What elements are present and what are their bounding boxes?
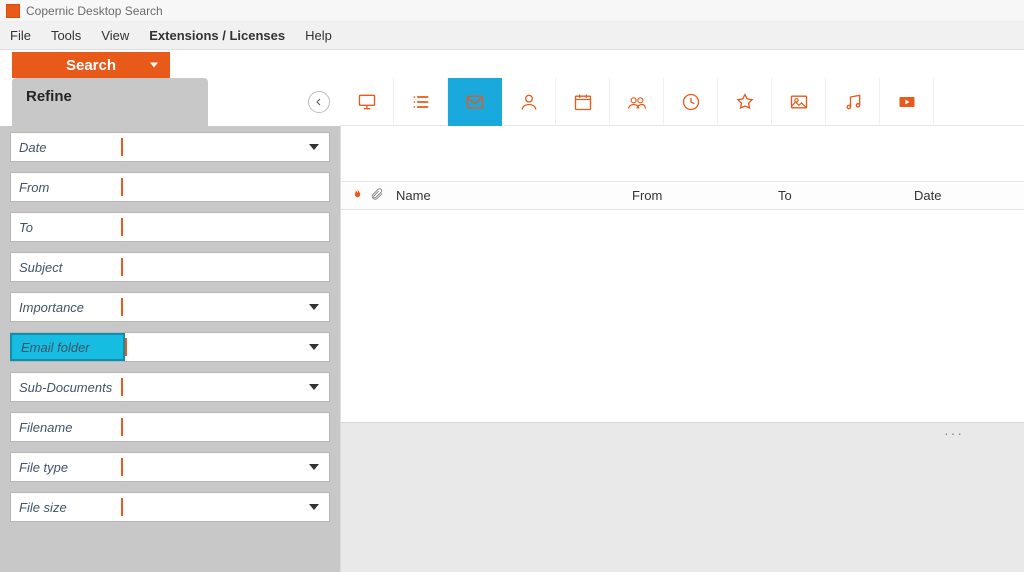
category-icons bbox=[340, 78, 1024, 126]
refine-input[interactable] bbox=[123, 213, 329, 241]
chevron-down-icon[interactable] bbox=[309, 504, 319, 510]
refine-label: Subject bbox=[11, 260, 121, 275]
category-email[interactable] bbox=[448, 78, 502, 126]
refine-field-date[interactable]: Date bbox=[10, 132, 330, 162]
refine-label: File size bbox=[11, 500, 121, 515]
column-header-to[interactable]: To bbox=[778, 188, 908, 203]
menu-extensions[interactable]: Extensions / Licenses bbox=[149, 28, 285, 43]
refine-field-subject[interactable]: Subject bbox=[10, 252, 330, 282]
relevance-icon[interactable] bbox=[351, 188, 364, 204]
refine-input[interactable] bbox=[123, 453, 329, 481]
refine-input[interactable] bbox=[123, 373, 329, 401]
refine-label: To bbox=[11, 220, 121, 235]
refine-label: From bbox=[11, 180, 121, 195]
results-header: Name From To Date bbox=[341, 182, 1024, 210]
category-history[interactable] bbox=[664, 78, 718, 126]
category-favorite[interactable] bbox=[718, 78, 772, 126]
refine-tab[interactable]: Refine bbox=[12, 78, 208, 126]
refine-field-file-type[interactable]: File type bbox=[10, 452, 330, 482]
results-toolbar-blank bbox=[341, 126, 1024, 182]
refine-input[interactable] bbox=[123, 493, 329, 521]
refine-field-sub-documents[interactable]: Sub-Documents bbox=[10, 372, 330, 402]
app-logo-icon bbox=[6, 4, 20, 18]
category-row: Refine bbox=[0, 78, 1024, 126]
category-desktop[interactable] bbox=[340, 78, 394, 126]
refine-sidebar: Date From To Subject Importance bbox=[0, 126, 340, 572]
category-music[interactable] bbox=[826, 78, 880, 126]
chevron-down-icon[interactable] bbox=[309, 344, 319, 350]
menu-file[interactable]: File bbox=[10, 28, 31, 43]
preview-pane: ··· bbox=[341, 422, 1024, 572]
refine-label: Sub-Documents bbox=[11, 380, 121, 395]
refine-label: Email folder bbox=[13, 340, 123, 355]
refine-field-filename[interactable]: Filename bbox=[10, 412, 330, 442]
refine-field-email-folder[interactable]: Email folder bbox=[10, 332, 330, 362]
refine-label: Date bbox=[11, 140, 121, 155]
category-contact[interactable] bbox=[502, 78, 556, 126]
search-button[interactable]: Search bbox=[12, 52, 170, 78]
chevron-down-icon[interactable] bbox=[309, 384, 319, 390]
chevron-down-icon[interactable] bbox=[309, 464, 319, 470]
attachment-icon[interactable] bbox=[370, 187, 384, 204]
refine-input[interactable] bbox=[123, 413, 329, 441]
app-title: Copernic Desktop Search bbox=[26, 4, 163, 18]
category-picture[interactable] bbox=[772, 78, 826, 126]
refine-input[interactable] bbox=[123, 293, 329, 321]
category-list[interactable] bbox=[394, 78, 448, 126]
refine-field-importance[interactable]: Importance bbox=[10, 292, 330, 322]
column-header-date[interactable]: Date bbox=[914, 188, 1024, 203]
refine-input[interactable] bbox=[127, 333, 329, 361]
menu-bar: File Tools View Extensions / Licenses He… bbox=[0, 22, 1024, 50]
refine-input[interactable] bbox=[123, 253, 329, 281]
refine-label: File type bbox=[11, 460, 121, 475]
refine-label: Importance bbox=[11, 300, 121, 315]
menu-view[interactable]: View bbox=[101, 28, 129, 43]
menu-help[interactable]: Help bbox=[305, 28, 332, 43]
category-spacer bbox=[208, 78, 340, 126]
back-icon[interactable] bbox=[308, 91, 330, 113]
title-bar: Copernic Desktop Search bbox=[0, 0, 1024, 22]
refine-title: Refine bbox=[26, 88, 72, 105]
menu-tools[interactable]: Tools bbox=[51, 28, 81, 43]
results-pane: Name From To Date ··· bbox=[340, 126, 1024, 572]
category-teams[interactable] bbox=[610, 78, 664, 126]
refine-field-from[interactable]: From bbox=[10, 172, 330, 202]
search-button-label: Search bbox=[66, 57, 116, 74]
category-calendar[interactable] bbox=[556, 78, 610, 126]
search-row: Search bbox=[0, 50, 1024, 78]
chevron-down-icon bbox=[150, 63, 158, 68]
column-header-from[interactable]: From bbox=[632, 188, 772, 203]
main-area: Date From To Subject Importance bbox=[0, 126, 1024, 572]
chevron-down-icon[interactable] bbox=[309, 304, 319, 310]
results-body bbox=[341, 210, 1024, 422]
preview-menu-icon[interactable]: ··· bbox=[944, 425, 964, 441]
column-header-name[interactable]: Name bbox=[396, 188, 626, 203]
category-video[interactable] bbox=[880, 78, 934, 126]
refine-field-to[interactable]: To bbox=[10, 212, 330, 242]
chevron-down-icon[interactable] bbox=[309, 144, 319, 150]
refine-label: Filename bbox=[11, 420, 121, 435]
refine-field-file-size[interactable]: File size bbox=[10, 492, 330, 522]
refine-input[interactable] bbox=[123, 133, 329, 161]
refine-input[interactable] bbox=[123, 173, 329, 201]
